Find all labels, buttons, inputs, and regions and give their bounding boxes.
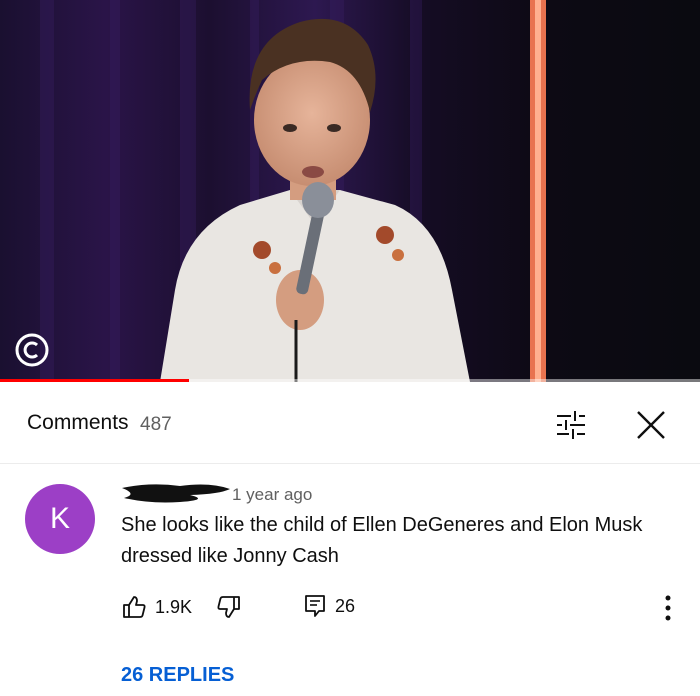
comment-reply-icon — [305, 595, 325, 617]
view-replies-link[interactable]: 26 REPLIES — [121, 664, 234, 687]
comedy-central-logo-icon — [15, 333, 49, 367]
video-progress-bar[interactable] — [0, 379, 700, 382]
video-frame — [0, 0, 700, 382]
comment-text: She looks like the child of Ellen DeGene… — [121, 514, 643, 567]
like-count: 1.9K — [155, 597, 193, 617]
like-button[interactable]: 1.9K — [121, 594, 201, 620]
avatar[interactable]: K — [25, 484, 95, 554]
more-options-icon[interactable] — [656, 594, 680, 622]
redacted-username — [122, 484, 230, 503]
reply-count: 26 — [335, 596, 356, 616]
comments-header: Comments 487 — [0, 383, 700, 464]
reply-button[interactable]: 26 — [303, 594, 363, 620]
comments-count: 487 — [140, 414, 172, 435]
video-progress-fill — [0, 379, 189, 382]
close-icon[interactable] — [634, 408, 668, 442]
comment-timestamp: 1 year ago — [232, 485, 313, 504]
thumbs-down-icon[interactable] — [216, 594, 242, 620]
sort-filter-icon[interactable] — [553, 407, 589, 443]
video-player[interactable] — [0, 0, 700, 382]
comments-title: Comments — [27, 411, 129, 434]
thumbs-up-icon — [123, 596, 146, 618]
